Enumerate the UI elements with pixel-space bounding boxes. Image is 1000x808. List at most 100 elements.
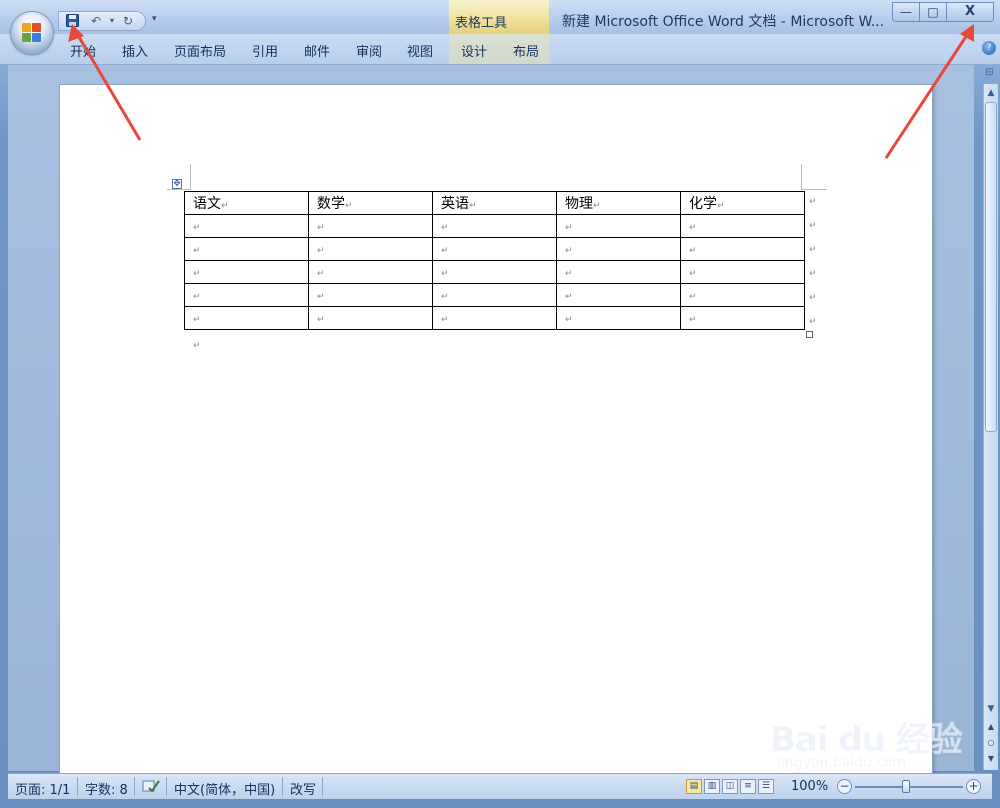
zoom-slider-thumb[interactable] xyxy=(902,780,910,793)
scrollbar-thumb[interactable] xyxy=(985,102,997,432)
scroll-up-icon[interactable]: ▲ xyxy=(984,86,998,100)
row-end-mark: ↵ xyxy=(809,269,817,279)
table-header-cell[interactable]: 物理↵ xyxy=(556,191,681,215)
table-row: ↵ ↵ ↵ ↵ ↵ xyxy=(184,237,805,261)
cell-end-mark: ↵ xyxy=(441,223,449,233)
status-page[interactable]: 页面: 1/1 xyxy=(15,779,70,798)
cell-end-mark: ↵ xyxy=(193,315,201,325)
cell-end-mark: ↵ xyxy=(193,246,201,256)
cell-end-mark: ↵ xyxy=(317,269,325,279)
table-cell[interactable]: ↵ xyxy=(308,214,433,238)
table-cell[interactable]: ↵ xyxy=(308,283,433,307)
tab-review[interactable]: 审阅 xyxy=(356,41,382,60)
zoom-level[interactable]: 100% xyxy=(791,779,828,794)
tab-home[interactable]: 开始 xyxy=(70,41,96,60)
status-overtype[interactable]: 改写 xyxy=(290,779,316,798)
save-icon[interactable] xyxy=(65,14,79,28)
tab-references[interactable]: 引用 xyxy=(252,41,278,60)
cell-end-mark: ↵ xyxy=(593,201,601,211)
tab-mailings[interactable]: 邮件 xyxy=(304,41,330,60)
table-cell[interactable]: ↵ xyxy=(432,283,557,307)
table-move-handle-icon[interactable]: ✥ xyxy=(172,179,182,189)
tab-insert[interactable]: 插入 xyxy=(122,41,148,60)
cell-end-mark: ↵ xyxy=(469,201,477,211)
help-icon[interactable]: ? xyxy=(982,41,996,55)
document-page[interactable] xyxy=(60,85,932,785)
watermark-url: jingyan.baidu.com xyxy=(777,755,907,771)
status-separator xyxy=(77,777,78,796)
full-screen-reading-icon[interactable]: ▥ xyxy=(704,779,720,794)
cell-end-mark: ↵ xyxy=(565,292,573,302)
table-cell[interactable]: ↵ xyxy=(432,214,557,238)
customize-quick-access-icon[interactable]: ▾ xyxy=(152,14,157,24)
table-header-cell[interactable]: 化学↵ xyxy=(680,191,805,215)
table-cell[interactable]: ↵ xyxy=(556,306,681,330)
table-cell[interactable]: ↵ xyxy=(680,260,805,284)
cell-end-mark: ↵ xyxy=(689,246,697,256)
header-text: 物理 xyxy=(565,196,593,212)
table-cell[interactable]: ↵ xyxy=(184,260,309,284)
table-cell[interactable]: ↵ xyxy=(308,260,433,284)
outline-view-icon[interactable]: ≡ xyxy=(740,779,756,794)
table-header-cell[interactable]: 英语↵ xyxy=(432,191,557,215)
status-word-count[interactable]: 字数: 8 xyxy=(85,779,128,798)
office-button[interactable] xyxy=(11,12,53,54)
table-cell[interactable]: ↵ xyxy=(680,283,805,307)
proofing-icon[interactable] xyxy=(142,779,160,798)
print-layout-icon[interactable]: ▤ xyxy=(686,779,702,794)
scroll-down-icon[interactable]: ▼ xyxy=(984,702,998,716)
grade-table[interactable]: 语文↵ 数学↵ 英语↵ 物理↵ 化学↵ ↵ ↵ ↵ ↵ ↵ ↵ ↵ ↵ ↵ ↵ ↵ ↵ ↵ ↵ ↵ ↵ ↵ ↵ ↵ ↵ ↵ ↵ ↵ ↵ ↵ xyxy=(184,191,805,330)
table-cell[interactable]: ↵ xyxy=(556,260,681,284)
table-cell[interactable]: ↵ xyxy=(556,283,681,307)
minimize-button[interactable]: — xyxy=(892,2,920,22)
redo-icon[interactable]: ↻ xyxy=(121,14,135,28)
zoom-in-icon[interactable]: + xyxy=(966,779,981,794)
row-end-mark: ↵ xyxy=(809,197,817,207)
vertical-scrollbar[interactable]: ▲ ▼ ▲ ○ ▼ xyxy=(983,84,998,770)
table-resize-handle[interactable] xyxy=(806,331,813,338)
table-cell[interactable]: ↵ xyxy=(432,237,557,261)
table-cell[interactable]: ↵ xyxy=(680,237,805,261)
undo-icon[interactable]: ↶ xyxy=(89,14,103,28)
table-cell[interactable]: ↵ xyxy=(308,237,433,261)
status-separator xyxy=(322,777,323,796)
quick-access-toolbar: ↶ ▾ ↻ xyxy=(58,11,146,31)
previous-page-icon[interactable]: ▲ xyxy=(984,720,998,734)
maximize-button[interactable]: □ xyxy=(919,2,947,22)
table-cell[interactable]: ↵ xyxy=(680,214,805,238)
cell-end-mark: ↵ xyxy=(441,315,449,325)
table-cell[interactable]: ↵ xyxy=(556,237,681,261)
draft-view-icon[interactable]: ☰ xyxy=(758,779,774,794)
table-header-cell[interactable]: 数学↵ xyxy=(308,191,433,215)
zoom-out-icon[interactable]: − xyxy=(837,779,852,794)
view-ruler-icon[interactable]: ⊟ xyxy=(983,67,996,80)
table-cell[interactable]: ↵ xyxy=(184,237,309,261)
table-header-cell[interactable]: 语文↵ xyxy=(184,191,309,215)
table-cell[interactable]: ↵ xyxy=(680,306,805,330)
next-page-icon[interactable]: ▼ xyxy=(984,752,998,766)
cell-end-mark: ↵ xyxy=(689,315,697,325)
table-cell[interactable]: ↵ xyxy=(184,283,309,307)
table-row: ↵ ↵ ↵ ↵ ↵ xyxy=(184,283,805,307)
table-cell[interactable]: ↵ xyxy=(184,306,309,330)
table-cell[interactable]: ↵ xyxy=(556,214,681,238)
table-cell[interactable]: ↵ xyxy=(432,306,557,330)
table-cell[interactable]: ↵ xyxy=(184,214,309,238)
web-layout-icon[interactable]: ◫ xyxy=(722,779,738,794)
select-browse-object-icon[interactable]: ○ xyxy=(984,736,998,750)
cell-end-mark: ↵ xyxy=(317,223,325,233)
tab-design[interactable]: 设计 xyxy=(461,41,487,60)
status-bar: 页面: 1/1 字数: 8 中文(简体，中国) 改写 ▤ ▥ ◫ ≡ ☰ 100… xyxy=(8,773,992,799)
table-cell[interactable]: ↵ xyxy=(432,260,557,284)
cell-end-mark: ↵ xyxy=(689,223,697,233)
table-cell[interactable]: ↵ xyxy=(308,306,433,330)
header-text: 语文 xyxy=(193,196,221,212)
window-title: 新建 Microsoft Office Word 文档 - Microsoft … xyxy=(562,14,885,30)
close-button[interactable]: X xyxy=(946,2,994,22)
tab-view[interactable]: 视图 xyxy=(407,41,433,60)
tab-layout[interactable]: 布局 xyxy=(513,41,539,60)
status-language[interactable]: 中文(简体，中国) xyxy=(174,779,275,798)
tab-page-layout[interactable]: 页面布局 xyxy=(174,41,226,60)
ribbon-tabs: 开始 插入 页面布局 引用 邮件 审阅 视图 设计 布局 ? xyxy=(0,34,1000,65)
undo-dropdown-icon[interactable]: ▾ xyxy=(105,14,119,28)
